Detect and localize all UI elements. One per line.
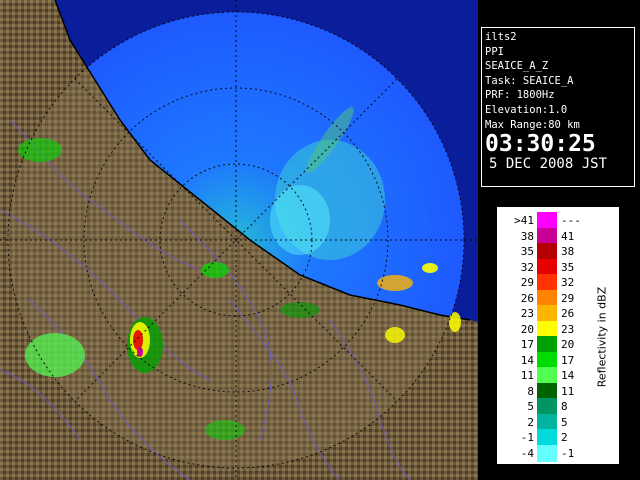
legend-low-value: 8 [527,384,534,398]
legend-high-value: -1 [561,446,575,460]
info-panel: ilts2 PPI SEAICE_A_Z Task: SEAICE_A PRF:… [478,0,640,480]
legend-swatch [537,429,557,446]
legend-swatch [537,367,557,384]
legend-title-text: Reflectivity in dBZ [595,286,609,388]
scan-info-box: ilts2 PPI SEAICE_A_Z Task: SEAICE_A PRF:… [481,27,635,187]
legend-swatch [537,398,557,415]
legend-low-value: 26 [520,291,534,305]
legend-swatch [537,351,557,369]
legend-high-value: 35 [561,260,575,274]
legend-row: 32 35 [501,258,601,276]
legend-low-value: 5 [527,400,534,413]
legend-title: Reflectivity in dBZ [592,267,612,407]
legend-row: 17 20 [501,336,601,353]
legend-low-value: 14 [520,353,534,367]
legend-low-value: >41 [514,214,534,227]
color-legend: >41 --- 38 41 35 38 32 35 29 32 26 29 23 26 20 23 17 20 14… [497,207,619,464]
legend-swatch [537,212,557,229]
legend-high-value: 8 [561,400,568,413]
legend-low-value: 23 [520,307,534,320]
legend-swatch [537,444,557,462]
legend-low-value: 32 [520,260,534,274]
legend-row: >41 --- [501,212,601,229]
radar-map[interactable] [0,0,478,480]
product-type: PPI [485,45,504,58]
legend-high-value: 17 [561,353,575,367]
legend-high-value: 41 [561,229,575,243]
task-name: Task: SEAICE_A [485,74,574,87]
legend-high-value: 20 [561,338,575,351]
legend-row: 14 17 [501,351,601,369]
legend-low-value: 38 [520,229,534,243]
legend-high-value: 26 [561,307,575,320]
legend-row: 25 [501,413,601,431]
max-range-value: Max Range:80 km [485,118,580,131]
legend-row: 58 [501,398,601,415]
legend-row: -1 2 [501,429,601,446]
legend-swatch [537,382,557,400]
legend-low-value: 35 [520,245,534,258]
legend-low-value: 29 [520,276,534,289]
legend-row: 11 14 [501,367,601,384]
scan-time: 03:30:25 [485,131,596,158]
legend-low-value: 20 [520,322,534,336]
legend-high-value: 32 [561,276,575,289]
legend-high-value: 2 [561,431,568,444]
legend-high-value: 38 [561,245,575,258]
prf-value: PRF: 1800Hz [485,89,555,102]
legend-high-value: 11 [561,384,575,398]
legend-row: 35 38 [501,243,601,260]
legend-low-value: -4 [520,446,534,460]
legend-row: 29 32 [501,274,601,291]
legend-high-value: --- [561,214,581,227]
legend-row: 20 23 [501,320,601,338]
legend-swatch [537,258,557,276]
legend-row: 8 11 [501,382,601,400]
legend-swatch [537,243,557,260]
legend-high-value: 29 [561,291,575,305]
legend-swatch [537,320,557,338]
legend-row: 26 29 [501,289,601,307]
elevation-value: Elevation:1.0 [485,103,568,116]
legend-high-value: 14 [561,369,575,382]
legend-swatch [537,336,557,353]
legend-swatch [537,413,557,431]
scan-date: 5 DEC 2008 JST [489,156,608,173]
station-name: ilts2 [485,31,517,43]
legend-row: 38 41 [501,227,601,245]
legend-swatch [537,289,557,307]
legend-low-value: 11 [520,369,534,382]
radar-ppi-view[interactable] [0,0,478,480]
legend-low-value: 2 [527,415,534,429]
legend-swatch [537,305,557,322]
legend-low-value: 17 [520,338,534,351]
legend-row: 23 26 [501,305,601,322]
legend-swatch [537,274,557,291]
scan-mode: SEAICE_A_Z [485,60,549,73]
legend-row: -4 -1 [501,444,601,462]
legend-high-value: 5 [561,415,568,429]
legend-high-value: 23 [561,322,575,336]
legend-low-value: -1 [520,431,534,444]
legend-swatch [537,227,557,245]
